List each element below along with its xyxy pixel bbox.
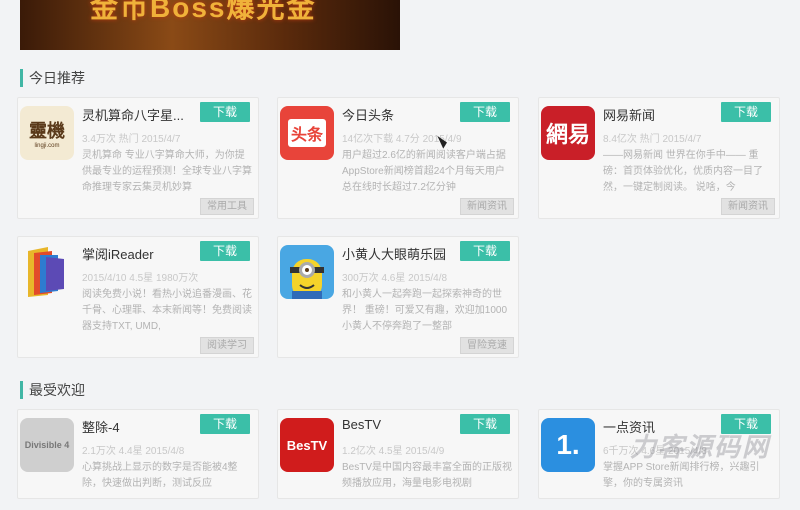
app-card[interactable]: 小黄人大眼萌乐园 下载 300万次 4.6星 2015/4/8 和小黄人一起奔跑… <box>277 236 519 358</box>
app-card[interactable]: BesTV BesTV 下载 1.2亿次 4.5星 2015/4/9 BesTV… <box>277 409 519 499</box>
download-button[interactable]: 下载 <box>200 241 250 261</box>
banner-text: 金币Boss爆光金 <box>90 0 317 23</box>
app-name[interactable]: 整除-4 <box>82 417 192 436</box>
app-meta: 2.1万次 4.4星 2015/4/8 <box>82 446 185 457</box>
app-card[interactable]: 網易 网易新闻 下载 8.4亿次 热门 2015/4/7 ——网易新闻 世界在你… <box>538 97 780 219</box>
category-tag[interactable]: 新闻资讯 <box>460 198 514 215</box>
toutiao-app-icon[interactable]: 头条 <box>280 106 334 160</box>
download-button[interactable]: 下载 <box>460 102 510 122</box>
app-description: 掌握APP Store新闻排行榜，兴趣引擎，你的专属资讯 <box>603 462 760 489</box>
category-tag[interactable]: 阅读学习 <box>200 337 254 354</box>
app-meta: 1.2亿次 4.5星 2015/4/9 <box>342 446 445 457</box>
ireader-app-icon[interactable] <box>20 245 74 299</box>
app-name[interactable]: 掌阅iReader <box>82 244 192 263</box>
download-button[interactable]: 下载 <box>721 102 771 122</box>
app-description: 心算挑战上显示的数字是否能被4整除，快速做出判断，测试反应 <box>82 462 238 489</box>
minion-app-icon[interactable] <box>280 245 334 299</box>
download-button[interactable]: 下载 <box>460 414 510 434</box>
download-button[interactable]: 下载 <box>200 414 250 434</box>
app-name[interactable]: 网易新闻 <box>603 105 713 124</box>
app-description: ——网易新闻 世界在你手中—— 重磅：首页体验优化，优质内容一目了然，一键定制阅… <box>603 150 763 193</box>
app-card[interactable]: 掌阅iReader 下载 2015/4/10 4.5星 1980万次 阅读免费小… <box>17 236 259 358</box>
app-card[interactable]: Divisible 4 整除-4 下载 2.1万次 4.4星 2015/4/8 … <box>17 409 259 499</box>
app-meta: 8.4亿次 热门 2015/4/7 <box>603 134 702 145</box>
app-card[interactable]: 头条 今日头条 下载 14亿次下载 4.7分 2015/4/9 用户超过2.6亿… <box>277 97 519 219</box>
app-description: 用户超过2.6亿的新闻阅读客户端占据AppStore新闻榜首超24个月每天用户总… <box>342 150 506 193</box>
app-name[interactable]: 今日头条 <box>342 105 452 124</box>
app-description: 和小黄人一起奔跑一起探索神奇的世界！ 重磅！可爱又有趣，欢迎加1000小黄人不停… <box>342 289 508 332</box>
watermark: 力客源码网 <box>629 432 770 462</box>
app-meta: 3.4万次 热门 2015/4/7 <box>82 134 181 145</box>
section-title-today: 今日推荐 <box>20 69 85 87</box>
lingji-app-icon[interactable]: 靈機 lingji.com <box>20 106 74 160</box>
game-banner[interactable]: 金币Boss爆光金 <box>20 0 400 50</box>
netease-app-icon[interactable]: 網易 <box>541 106 595 160</box>
divisible-app-icon[interactable]: Divisible 4 <box>20 418 74 472</box>
app-card[interactable]: 靈機 lingji.com 灵机算命八字星... 下载 3.4万次 热门 2015… <box>17 97 259 219</box>
app-description: 灵机算命 专业八字算命大师，为你提供最专业的运程预测！全球专业八字算命推理专家云… <box>82 150 252 193</box>
app-name[interactable]: BesTV <box>342 417 452 432</box>
download-button[interactable]: 下载 <box>460 241 510 261</box>
app-meta: 2015/4/10 4.5星 1980万次 <box>82 273 199 284</box>
yidian-app-icon[interactable]: 1. <box>541 418 595 472</box>
category-tag[interactable]: 新闻资讯 <box>721 198 775 215</box>
app-meta: 300万次 4.6星 2015/4/8 <box>342 273 448 284</box>
app-name[interactable]: 小黄人大眼萌乐园 <box>342 244 452 263</box>
download-button[interactable]: 下载 <box>200 102 250 122</box>
app-description: BesTV是中国内容最丰富全面的正版视频播放应用，海量电影电视剧 <box>342 462 513 489</box>
category-tag[interactable]: 冒险竞速 <box>460 337 514 354</box>
section-title-popular: 最受欢迎 <box>20 381 85 399</box>
app-name[interactable]: 灵机算命八字星... <box>82 105 192 124</box>
app-description: 阅读免费小说！看热小说追番漫画、花千骨、心理罪、本末新闻等！免费阅读器支持TXT… <box>82 289 252 332</box>
bestv-app-icon[interactable]: BesTV <box>280 418 334 472</box>
category-tag[interactable]: 常用工具 <box>200 198 254 215</box>
